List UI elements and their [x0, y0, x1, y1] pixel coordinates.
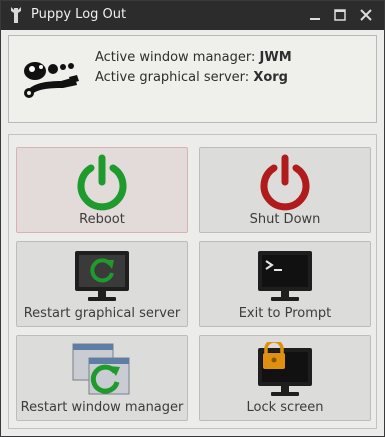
- shutdown-button[interactable]: Shut Down: [199, 147, 371, 233]
- maximize-icon[interactable]: [331, 7, 349, 23]
- shutdown-power-icon: [260, 154, 310, 211]
- window-manager-label: Active window manager:: [95, 50, 260, 65]
- lock-monitor-icon: [258, 342, 312, 396]
- lock-screen-label: Lock screen: [246, 400, 324, 415]
- restart-graphical-server-button[interactable]: Restart graphical server: [16, 241, 188, 327]
- graphical-server-value: Xorg: [253, 70, 288, 85]
- lock-screen-button[interactable]: Lock screen: [199, 335, 371, 421]
- terminal-monitor-icon: [258, 251, 312, 301]
- graphical-server-info: Active graphical server: Xorg: [95, 70, 288, 85]
- exit-to-prompt-button[interactable]: Exit to Prompt: [199, 241, 371, 327]
- minimize-icon[interactable]: [306, 7, 324, 23]
- window-manager-info: Active window manager: JWM: [95, 50, 292, 65]
- window-title: Puppy Log Out: [31, 7, 127, 22]
- session-info-panel: Active window manager: JWM Active graphi…: [8, 35, 377, 123]
- windows-refresh-icon: [72, 343, 130, 395]
- title-bar[interactable]: Puppy Log Out: [1, 1, 384, 30]
- close-icon[interactable]: [357, 7, 375, 23]
- reboot-button[interactable]: Reboot: [16, 147, 188, 233]
- logout-dialog: Puppy Log Out Active window manager: JWM: [0, 0, 385, 437]
- shutdown-label: Shut Down: [249, 212, 321, 227]
- graphical-server-label: Active graphical server:: [95, 70, 254, 85]
- monitor-refresh-icon: [75, 251, 129, 301]
- actions-panel: Reboot Shut Down Restart graphical serve…: [8, 134, 377, 429]
- exit-to-prompt-label: Exit to Prompt: [238, 306, 332, 321]
- reboot-power-icon: [77, 154, 127, 211]
- reboot-label: Reboot: [79, 212, 125, 227]
- restart-graphical-server-label: Restart graphical server: [23, 306, 181, 321]
- window-manager-value: JWM: [259, 50, 292, 65]
- restart-window-manager-label: Restart window manager: [20, 400, 184, 415]
- restart-window-manager-button[interactable]: Restart window manager: [16, 335, 188, 421]
- puppy-wrench-logo-icon: [24, 62, 79, 98]
- wrench-icon: [11, 7, 21, 23]
